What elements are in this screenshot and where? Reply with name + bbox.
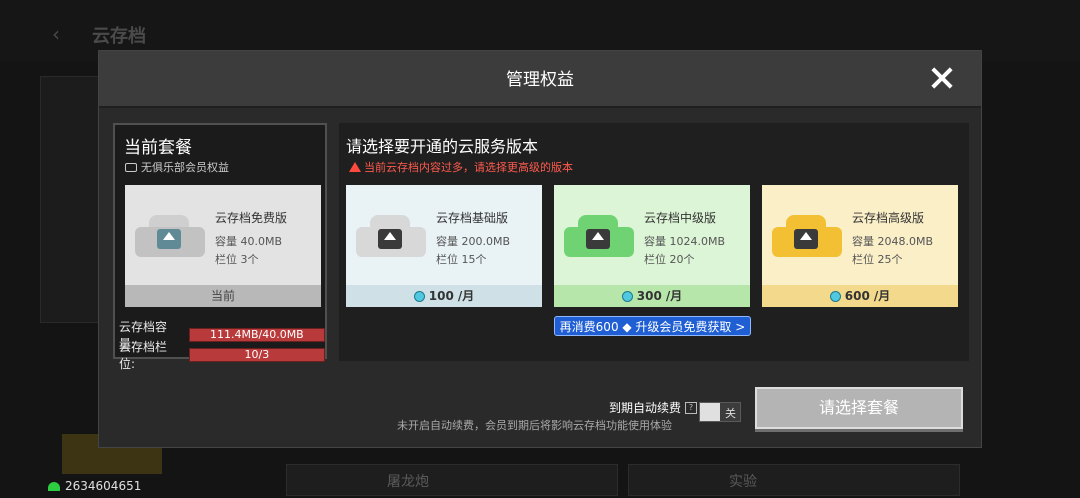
plan-card-advanced[interactable]: 云存档高级版 容量 2048.0MB 栏位 25个 600/月	[762, 185, 958, 307]
toggle-knob	[700, 403, 720, 421]
plan-card-basic[interactable]: 云存档基础版 容量 200.0MB 栏位 15个 100/月	[346, 185, 542, 307]
cloud-upload-icon	[564, 213, 634, 261]
current-plan-heading: 当前套餐	[124, 138, 192, 158]
background-row-label: 屠龙炮	[387, 474, 429, 490]
dialog-header: 管理权益	[99, 51, 981, 108]
diamond-icon	[829, 290, 841, 302]
current-plan-footer: 当前	[125, 285, 321, 307]
plan-name: 云存档基础版	[436, 211, 509, 225]
plan-slots: 栏位 25个	[852, 253, 903, 266]
slot-usage-bar: 10/3	[188, 348, 325, 362]
plan-selection-heading: 请选择要开通的云服务版本	[346, 137, 539, 156]
plan-name: 云存档中级版	[644, 211, 717, 225]
membership-status: 无俱乐部会员权益	[125, 159, 229, 175]
dialog-title: 管理权益	[506, 70, 574, 90]
diamond-icon	[413, 290, 425, 302]
auto-renew-toggle[interactable]: 关	[699, 402, 741, 422]
diamond-icon	[621, 290, 633, 302]
plan-price: 300/月	[554, 285, 750, 307]
plan-capacity: 容量 40.0MB	[215, 235, 283, 248]
plan-slots: 栏位 20个	[644, 253, 695, 266]
slot-usage-row: 云存档栏位: 10/3	[119, 338, 325, 372]
plan-price: 100/月	[346, 285, 542, 307]
current-plan-panel: 当前套餐 无俱乐部会员权益 云存档免费版 容量 40.0MB 栏位 3个 当前 …	[113, 123, 327, 371]
manage-benefits-dialog: 管理权益 当前套餐 无俱乐部会员权益 云存档免费版 容量 40.0MB 栏位 3…	[98, 50, 982, 448]
plan-capacity: 容量 200.0MB	[436, 235, 511, 248]
gamepad-icon	[125, 162, 137, 172]
cloud-upload-icon	[135, 213, 205, 261]
choose-plan-button[interactable]: 请选择套餐	[755, 387, 963, 429]
plan-card-intermediate[interactable]: 云存档中级版 容量 1024.0MB 栏位 20个 300/月	[554, 185, 750, 307]
toggle-state: 关	[725, 407, 736, 420]
plan-name: 云存档高级版	[852, 211, 925, 225]
wifi-icon	[48, 481, 60, 491]
auto-renew-note: 未开启自动续费，会员到期后将影响云存档功能使用体验	[397, 419, 672, 432]
background-title: 云存档	[92, 26, 146, 47]
back-icon[interactable]: ‹	[52, 22, 60, 46]
network-status: 2634604651	[48, 479, 141, 493]
plan-slots: 栏位 15个	[436, 253, 487, 266]
plan-capacity: 容量 1024.0MB	[644, 235, 726, 248]
background-row-2: 实验	[628, 464, 960, 496]
cloud-upload-icon	[772, 213, 842, 261]
background-row-label: 实验	[729, 474, 757, 490]
membership-text: 无俱乐部会员权益	[141, 161, 229, 174]
storage-warning: 当前云存档内容过多，请选择更高级的版本	[349, 159, 573, 175]
plan-selection-panel: 请选择要开通的云服务版本 当前云存档内容过多，请选择更高级的版本 云存档基础版 …	[339, 123, 969, 361]
background-row-1: 屠龙炮	[286, 464, 618, 496]
warning-icon	[349, 162, 361, 172]
plan-price: 600/月	[762, 285, 958, 307]
network-id: 2634604651	[65, 479, 142, 493]
slot-label: 云存档栏位:	[119, 340, 168, 371]
plan-capacity: 容量 2048.0MB	[852, 235, 934, 248]
auto-renew-label: 到期自动续费?	[609, 399, 698, 416]
upgrade-membership-banner[interactable]: 再消费600 ◆ 升级会员免费获取 >	[554, 316, 751, 336]
plan-slots: 栏位 3个	[215, 253, 259, 266]
cloud-upload-icon	[356, 213, 426, 261]
close-icon[interactable]	[931, 67, 953, 89]
warning-text: 当前云存档内容过多，请选择更高级的版本	[364, 161, 573, 174]
help-icon[interactable]: ?	[685, 401, 698, 414]
plan-name: 云存档免费版	[215, 211, 288, 225]
free-plan-card: 云存档免费版 容量 40.0MB 栏位 3个 当前	[125, 185, 321, 307]
